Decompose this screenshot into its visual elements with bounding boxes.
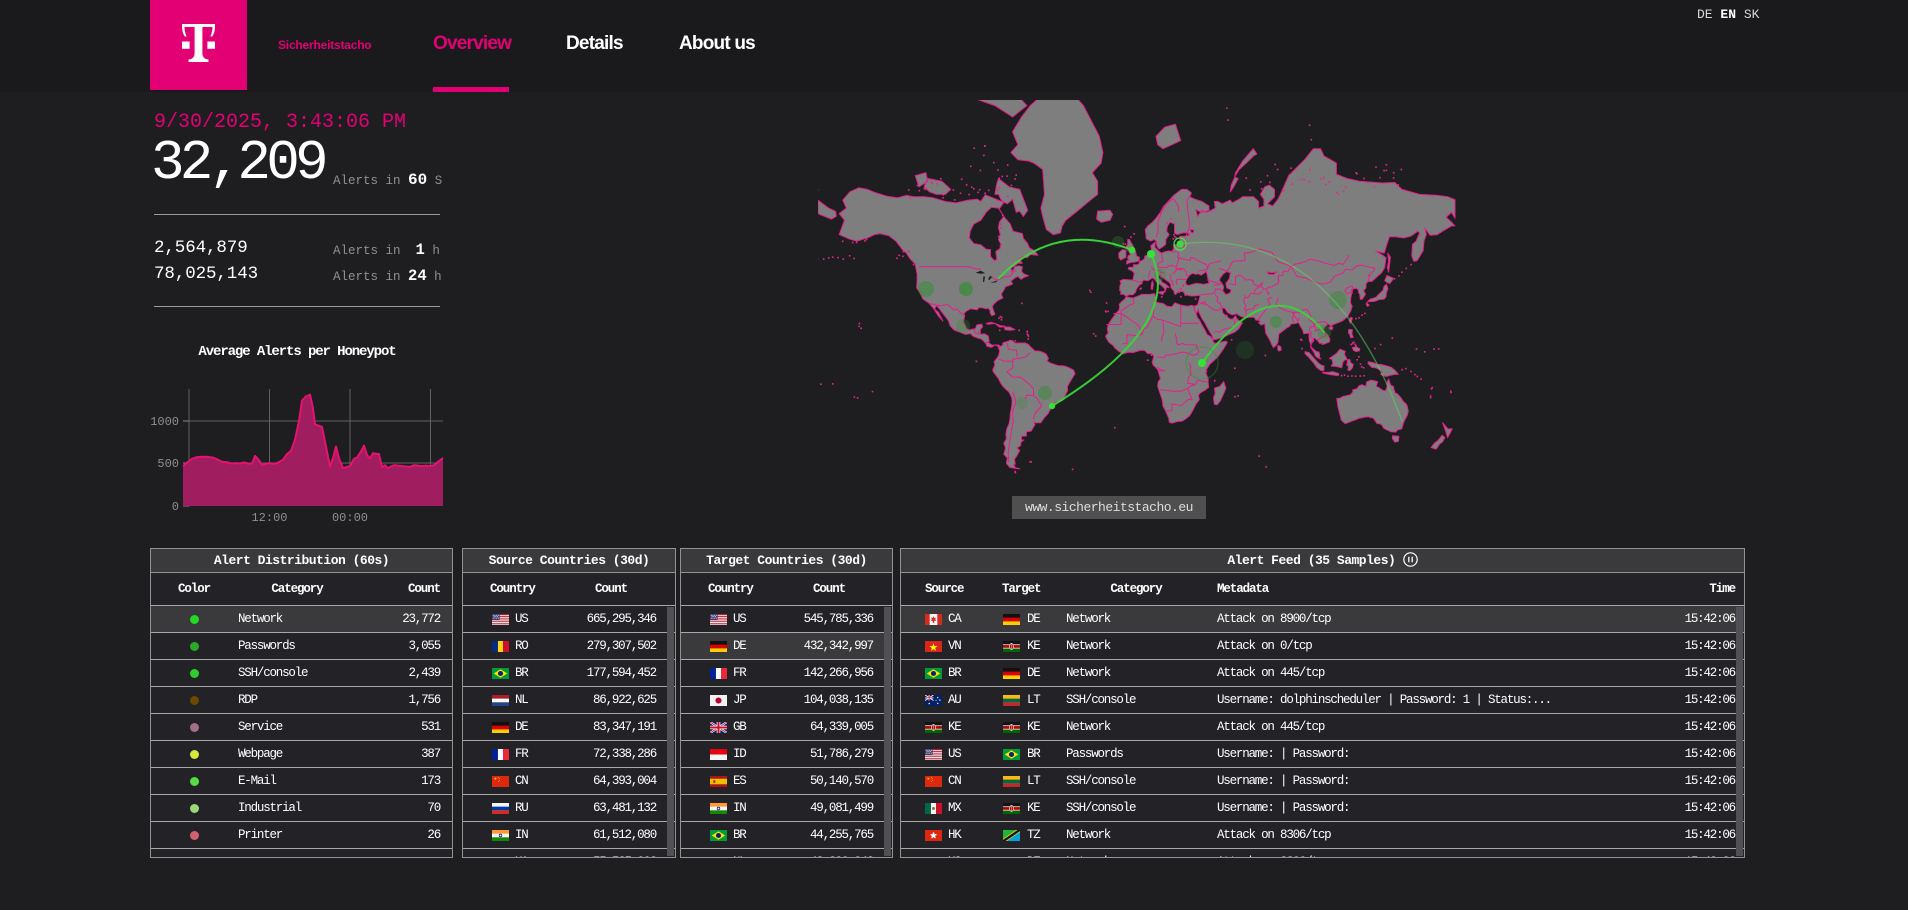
svg-text:0: 0 [172, 500, 179, 514]
svg-text:1000: 1000 [150, 415, 179, 429]
svg-text:500: 500 [157, 457, 179, 471]
svg-text:12:00: 12:00 [251, 511, 287, 525]
svg-text:00:00: 00:00 [332, 511, 368, 525]
